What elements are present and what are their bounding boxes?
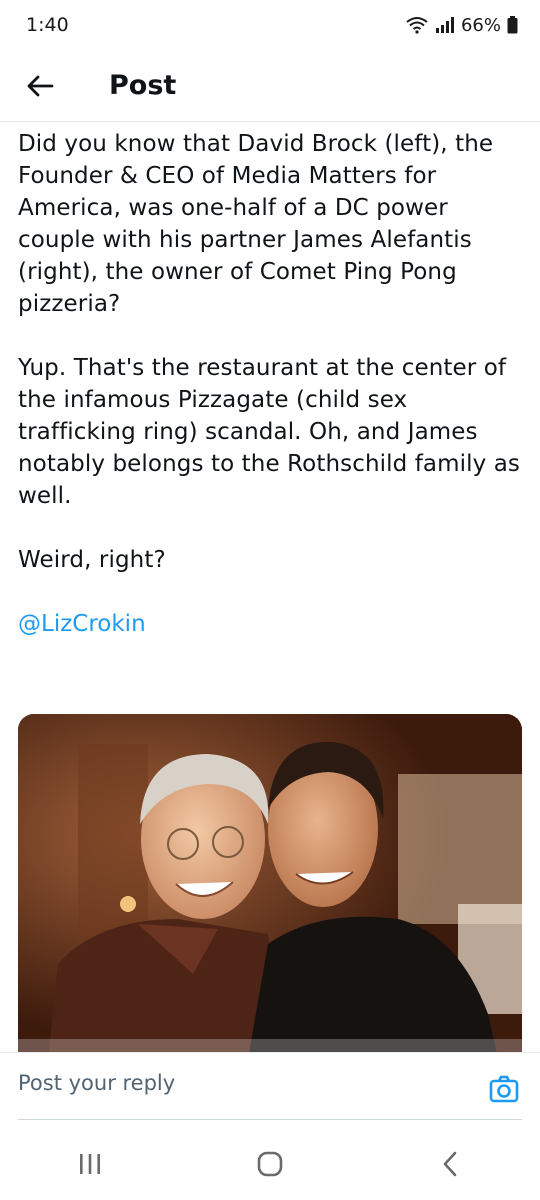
home-icon [257,1151,283,1177]
mention-link[interactable]: @LizCrokin [18,608,146,640]
post-paragraph-2: Yup. That's the restaurant at the center… [18,355,521,509]
reply-underline [18,1119,522,1120]
home-button[interactable] [230,1134,310,1194]
battery-percent: 66% [460,14,501,36]
recent-apps-icon [80,1154,100,1174]
post-paragraph-3: Weird, right? [18,547,166,573]
system-back-button[interactable] [410,1134,490,1194]
system-nav-bar [0,1128,540,1200]
post-paragraph-1: Did you know that David Brock (left), th… [18,131,494,317]
camera-icon [489,1075,519,1103]
battery-icon [507,16,518,34]
camera-button[interactable] [488,1073,520,1105]
status-time: 1:40 [26,14,69,36]
wifi-icon [405,16,429,34]
screen: 1:40 66% Post Did you know that David Br… [0,0,540,1200]
signal-icon [435,17,455,33]
post-header: Post [0,50,540,122]
reply-bar: Post your reply [0,1052,540,1128]
back-button[interactable] [16,62,64,110]
back-icon [443,1151,457,1177]
post-body: Did you know that David Brock (left), th… [18,128,528,640]
page-title: Post [109,70,177,101]
post-photo[interactable] [18,714,522,1059]
recent-apps-button[interactable] [50,1134,130,1194]
status-icons: 66% [405,15,518,36]
status-bar: 1:40 66% [0,0,540,50]
reply-input[interactable]: Post your reply [18,1071,175,1095]
arrow-left-icon [27,75,54,96]
